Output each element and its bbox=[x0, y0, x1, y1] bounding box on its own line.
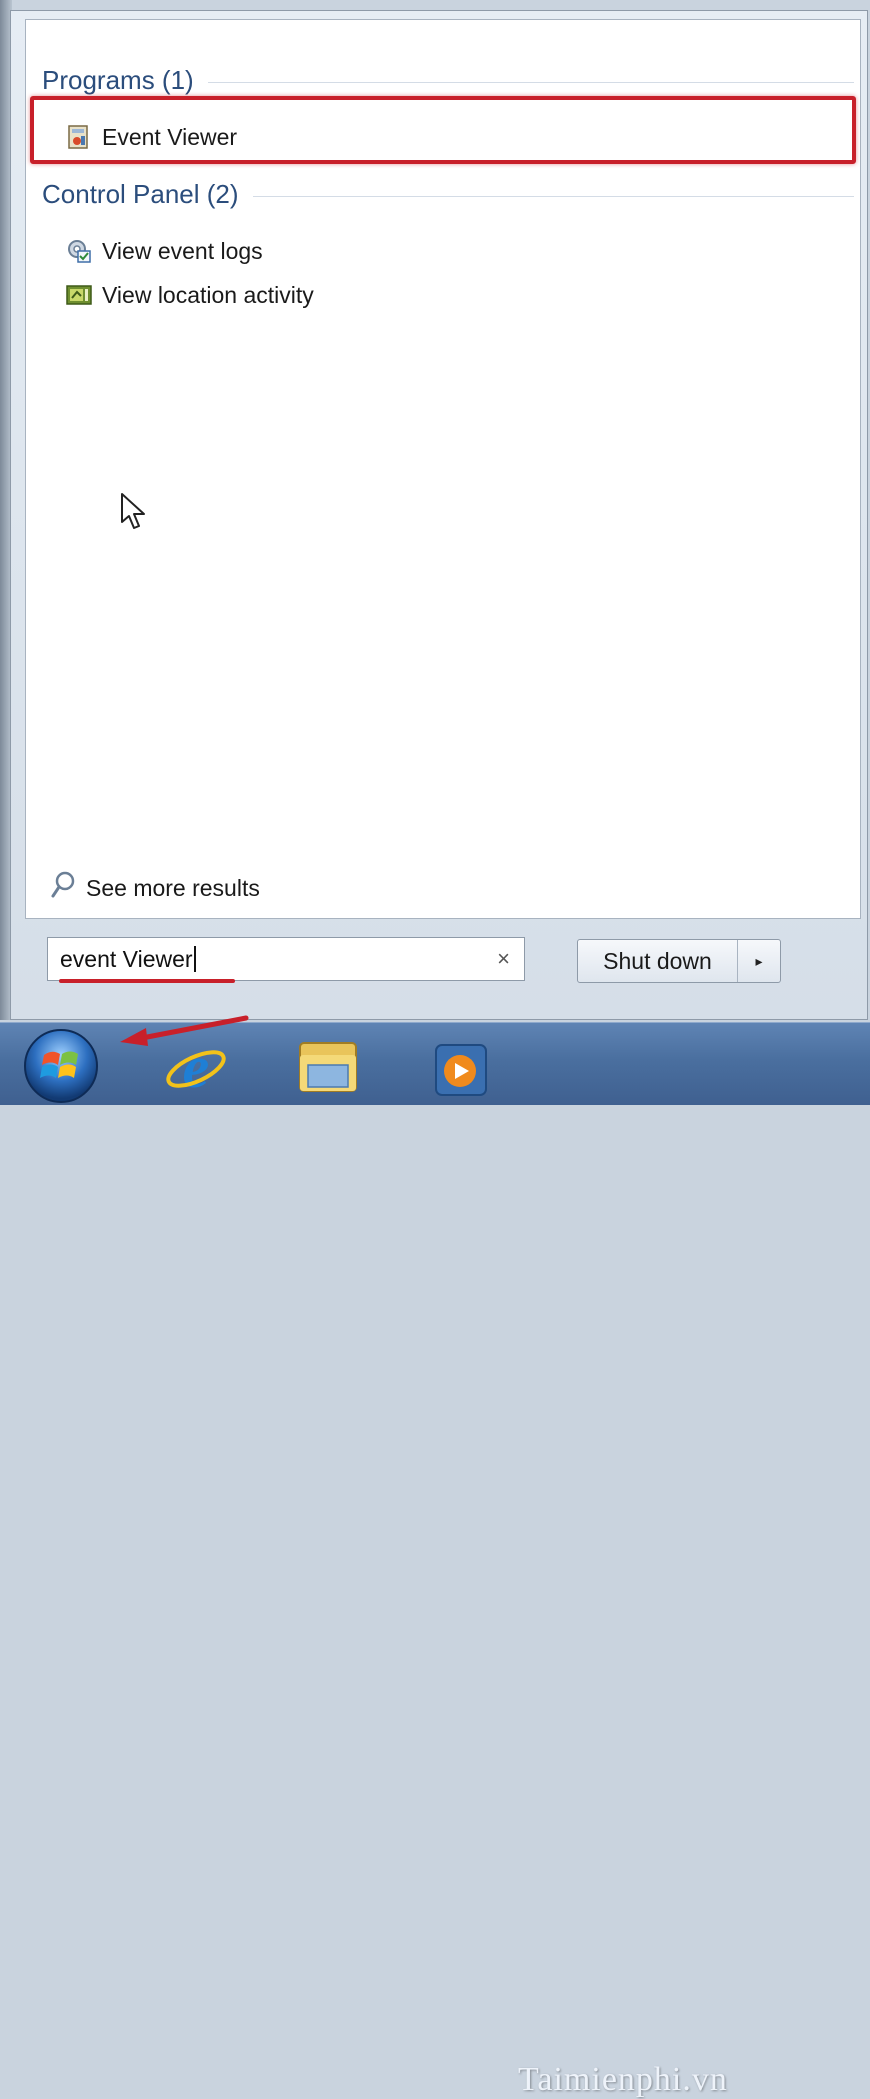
result-view-location-activity[interactable]: View location activity bbox=[66, 278, 314, 312]
see-more-results-link[interactable]: See more results bbox=[50, 870, 260, 906]
shutdown-options-arrow-icon[interactable]: ▸ bbox=[738, 940, 780, 982]
start-orb-icon[interactable] bbox=[22, 1027, 98, 1103]
result-label: View location activity bbox=[102, 281, 314, 308]
control-panel-group-header: Control Panel (2) bbox=[42, 178, 854, 210]
see-more-label: See more results bbox=[86, 874, 260, 901]
event-logs-icon bbox=[66, 238, 92, 264]
windows-explorer-icon[interactable] bbox=[294, 1031, 366, 1103]
start-menu: Programs (1) Event Viewer Control Panel … bbox=[10, 10, 868, 1020]
watermark-text: Taimienphi.vn bbox=[518, 2061, 728, 2098]
location-activity-icon bbox=[66, 282, 92, 308]
programs-group-header: Programs (1) bbox=[42, 64, 854, 96]
programs-header-label: Programs (1) bbox=[42, 64, 194, 95]
search-input[interactable]: event Viewer × bbox=[47, 937, 525, 981]
header-divider bbox=[252, 195, 854, 197]
search-input-value: event Viewer bbox=[60, 945, 193, 972]
annotation-arrow-icon bbox=[112, 1012, 252, 1057]
result-view-event-logs[interactable]: View event logs bbox=[66, 234, 263, 268]
search-underline-annotation bbox=[59, 979, 235, 983]
control-panel-header-label: Control Panel (2) bbox=[42, 178, 239, 209]
shutdown-button[interactable]: Shut down bbox=[578, 940, 738, 982]
result-label: View event logs bbox=[102, 237, 263, 264]
highlight-annotation bbox=[30, 96, 856, 164]
header-divider bbox=[207, 81, 854, 83]
clear-search-icon[interactable]: × bbox=[497, 946, 510, 972]
search-results-panel: Programs (1) Event Viewer Control Panel … bbox=[25, 19, 861, 919]
text-caret bbox=[193, 946, 196, 972]
mouse-cursor-icon bbox=[120, 492, 148, 537]
media-player-icon[interactable] bbox=[426, 1031, 498, 1103]
search-icon bbox=[50, 870, 76, 906]
shutdown-button-group: Shut down ▸ bbox=[577, 939, 781, 983]
